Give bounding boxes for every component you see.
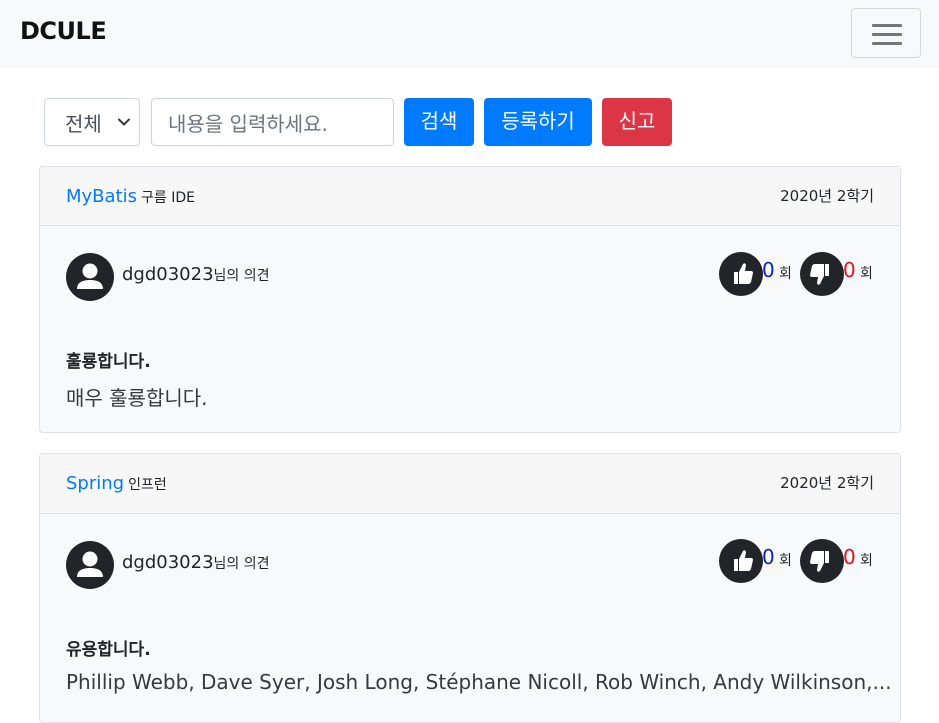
dislike-count: 0 — [843, 545, 856, 569]
chevron-down-icon — [118, 118, 130, 126]
reviewer: dgd03023님의 의견 — [122, 264, 270, 285]
course-platform: 구름 IDE — [141, 190, 195, 206]
dislike-count: 0 — [843, 258, 856, 282]
category-select[interactable]: 전체 — [44, 98, 140, 146]
menu-icon-bar — [872, 42, 902, 45]
review-content: 매우 훌룡합니다. — [66, 386, 208, 410]
thumbs-down-icon[interactable] — [800, 539, 844, 583]
course-title: MyBatis — [66, 186, 137, 207]
like-count-unit: 회 — [779, 266, 792, 282]
reviewer: dgd03023님의 의견 — [122, 552, 270, 573]
semester-label: 2020년 2학기 — [780, 187, 874, 205]
navbar: DCULE — [0, 0, 939, 68]
menu-icon — [872, 24, 902, 27]
card-header: Spring 인프런 2020년 2학기 — [40, 454, 900, 514]
report-button[interactable]: 신고 — [602, 98, 672, 146]
thumbs-up-icon[interactable] — [719, 539, 763, 583]
like-count: 0 — [762, 258, 775, 282]
like-count-unit: 회 — [779, 553, 792, 569]
user-avatar-icon — [66, 541, 114, 589]
dislike-count-unit: 회 — [860, 266, 873, 282]
dislike-count-unit: 회 — [860, 553, 873, 569]
review-content: Phillip Webb, Dave Syer, Josh Long, Stép… — [66, 670, 892, 694]
user-avatar-icon — [66, 253, 114, 301]
reviewer-suffix: 님의 의견 — [213, 268, 270, 284]
thumbs-down-icon[interactable] — [800, 252, 844, 296]
brand-logo[interactable]: DCULE — [20, 17, 107, 45]
like-count: 0 — [762, 545, 775, 569]
review-card: MyBatis 구름 IDE 2020년 2학기 dgd03023님의 의견 0 … — [39, 166, 901, 433]
review-title: 유용합니다. — [66, 640, 151, 660]
category-select-value: 전체 — [65, 112, 102, 136]
reviewer-name: dgd03023 — [122, 552, 214, 573]
card-header: MyBatis 구름 IDE 2020년 2학기 — [40, 167, 900, 226]
course-title: Spring — [66, 473, 125, 494]
course-name[interactable]: MyBatis 구름 IDE — [66, 186, 195, 207]
reviewer-suffix: 님의 의견 — [213, 556, 270, 572]
menu-icon-bar — [872, 33, 902, 36]
review-card: Spring 인프런 2020년 2학기 dgd03023님의 의견 0 회 0 … — [39, 453, 901, 723]
thumbs-up-icon[interactable] — [719, 252, 763, 296]
search-input[interactable]: 내용을 입력하세요. — [151, 98, 394, 146]
register-button[interactable]: 등록하기 — [484, 98, 592, 146]
review-title: 훌룡합니다. — [66, 352, 151, 372]
navbar-toggler-button[interactable] — [851, 8, 921, 58]
reviewer-name: dgd03023 — [122, 264, 214, 285]
course-name[interactable]: Spring 인프런 — [66, 473, 167, 494]
course-platform: 인프런 — [128, 477, 167, 493]
search-button[interactable]: 검색 — [404, 98, 474, 146]
semester-label: 2020년 2학기 — [780, 474, 874, 492]
